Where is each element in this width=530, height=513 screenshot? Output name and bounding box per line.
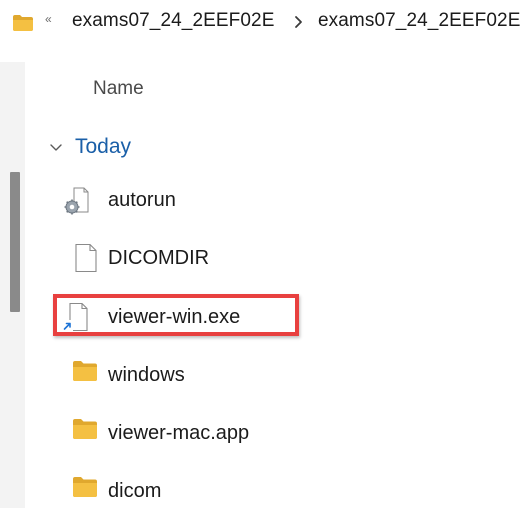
shortcut-file-icon <box>60 302 90 332</box>
list-item-selected[interactable]: viewer-win.exe <box>60 295 240 339</box>
address-bar[interactable]: « exams07_24_2EEF02E exams07_24_2EEF02E <box>0 0 530 48</box>
folder-icon <box>72 418 98 448</box>
list-item[interactable]: viewer-mac.app <box>72 411 249 455</box>
settings-file-icon <box>60 185 90 215</box>
file-name: viewer-win.exe <box>108 305 241 328</box>
breadcrumb-item-current[interactable]: exams07_24_2EEF02E <box>318 10 521 32</box>
group-header-today[interactable]: Today <box>48 132 131 162</box>
group-label: Today <box>75 135 132 158</box>
folder-icon <box>72 476 98 506</box>
list-item[interactable]: windows <box>72 353 185 397</box>
file-name: DICOMDIR <box>108 246 210 269</box>
file-name: windows <box>108 363 185 386</box>
column-header-name[interactable]: Name <box>93 78 144 100</box>
file-name: autorun <box>108 188 176 211</box>
breadcrumb-overflow-button[interactable]: « <box>45 12 52 26</box>
file-name: viewer-mac.app <box>108 421 250 444</box>
chevron-down-icon <box>48 139 64 155</box>
blank-file-icon <box>74 243 98 273</box>
folder-icon <box>72 360 98 390</box>
folder-icon <box>12 14 34 32</box>
list-item[interactable]: autorun <box>60 178 176 222</box>
list-item[interactable]: dicom <box>72 469 161 513</box>
breadcrumb-item[interactable]: exams07_24_2EEF02E <box>72 10 275 32</box>
scrollbar-thumb[interactable] <box>10 172 20 312</box>
file-name: dicom <box>108 479 162 502</box>
list-item[interactable]: DICOMDIR <box>74 236 209 280</box>
chevron-right-icon[interactable] <box>292 13 306 31</box>
